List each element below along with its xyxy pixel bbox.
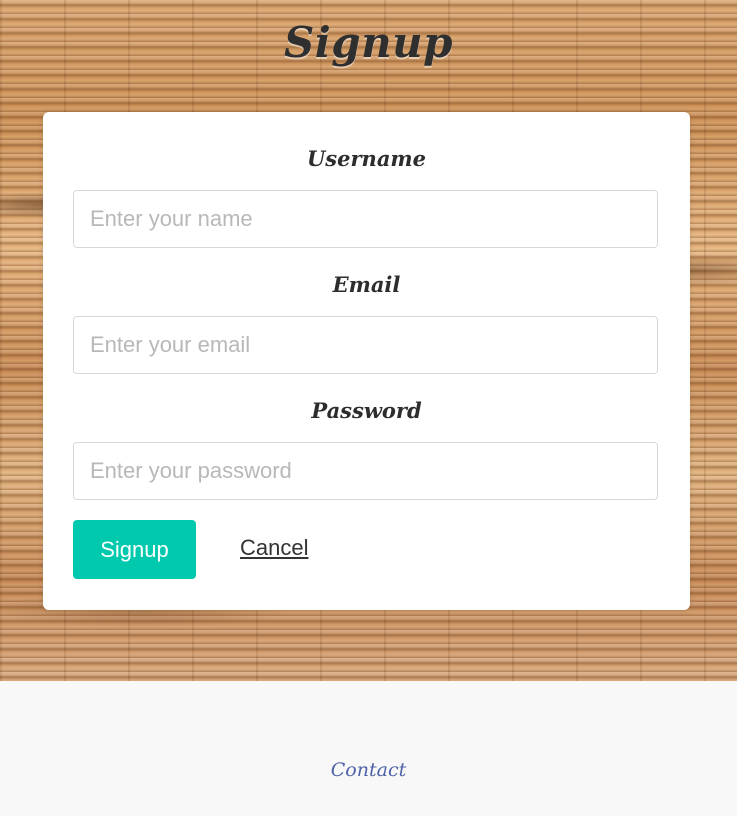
cancel-link[interactable]: Cancel xyxy=(240,535,308,561)
password-label: Password xyxy=(311,398,422,423)
email-label: Email xyxy=(332,272,401,297)
footer: Contact xyxy=(0,681,737,816)
wood-hero-background: Signup Username Email Password Signup Ca… xyxy=(0,0,737,681)
signup-card: Username Email Password Signup Cancel xyxy=(43,112,690,610)
page-title: Signup xyxy=(283,18,454,67)
contact-link[interactable]: Contact xyxy=(0,759,737,781)
username-label: Username xyxy=(306,146,427,171)
signup-button[interactable]: Signup xyxy=(73,520,196,579)
password-input[interactable] xyxy=(73,442,658,500)
email-input[interactable] xyxy=(73,316,658,374)
username-input[interactable] xyxy=(73,190,658,248)
